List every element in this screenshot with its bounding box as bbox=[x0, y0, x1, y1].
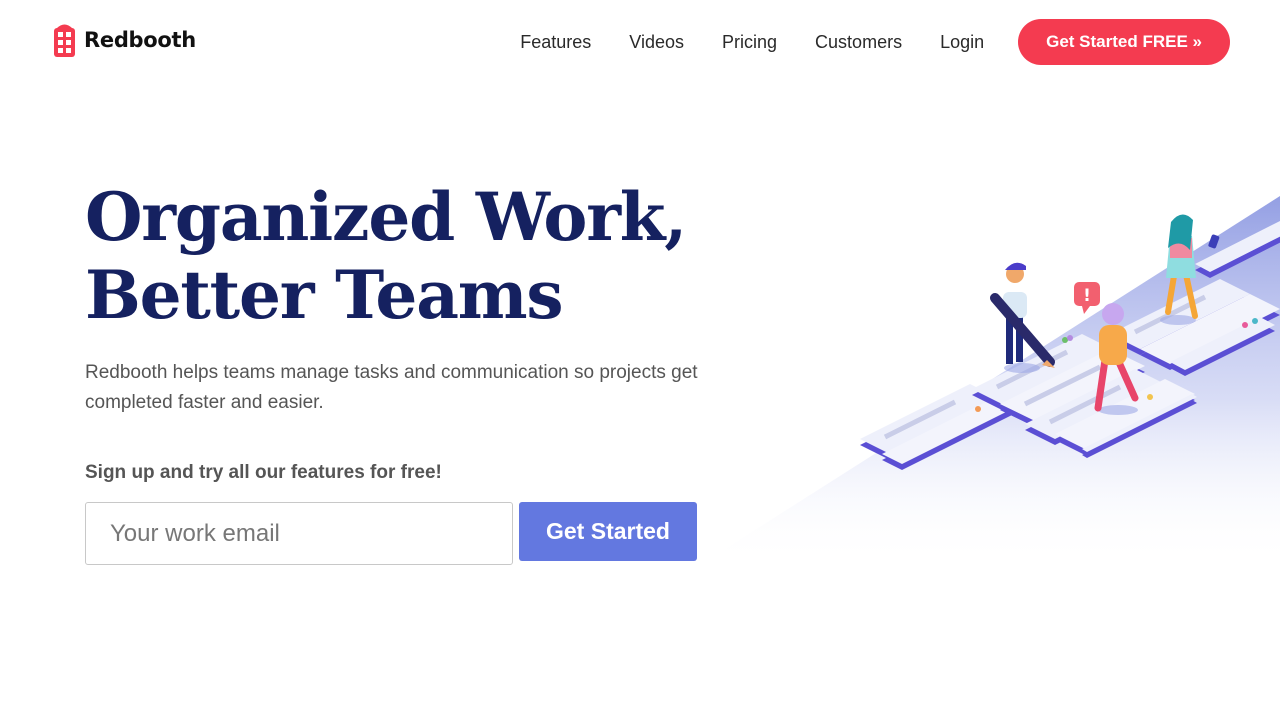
person-with-pencil bbox=[990, 262, 1055, 373]
main-nav: Features Videos Pricing Customers Login … bbox=[520, 19, 1230, 65]
hero-title: Organized Work, Better Teams bbox=[85, 178, 745, 334]
get-started-button[interactable]: Get Started bbox=[519, 502, 697, 561]
nav-features[interactable]: Features bbox=[520, 19, 591, 65]
work-email-input[interactable] bbox=[85, 502, 513, 565]
nav-pricing[interactable]: Pricing bbox=[722, 19, 777, 65]
get-started-free-button[interactable]: Get Started FREE » bbox=[1018, 19, 1230, 65]
alert-exclamation: ! bbox=[1083, 286, 1091, 306]
nav-customers[interactable]: Customers bbox=[815, 19, 902, 65]
hero-title-line-2: Better Teams bbox=[85, 256, 564, 334]
signup-form: Get Started bbox=[85, 502, 745, 565]
hero-subtitle: Redbooth helps teams manage tasks and co… bbox=[85, 362, 698, 413]
hero-title-line-1: Organized Work, bbox=[85, 178, 687, 256]
logo-wordmark: Redbooth bbox=[84, 27, 196, 52]
alert-bubble: ! bbox=[1074, 282, 1100, 314]
nav-videos[interactable]: Videos bbox=[629, 19, 684, 65]
team-board-illustration-icon: ! bbox=[700, 196, 1280, 565]
redbooth-logo[interactable]: Redbooth bbox=[54, 22, 196, 57]
phone-booth-icon bbox=[54, 24, 75, 57]
signup-label: Sign up and try all our features for fre… bbox=[85, 462, 442, 483]
hero-section: Organized Work, Better Teams Redbooth he… bbox=[85, 178, 745, 565]
nav-login[interactable]: Login bbox=[940, 19, 984, 65]
site-header: Redbooth Features Videos Pricing Custome… bbox=[0, 0, 1280, 82]
